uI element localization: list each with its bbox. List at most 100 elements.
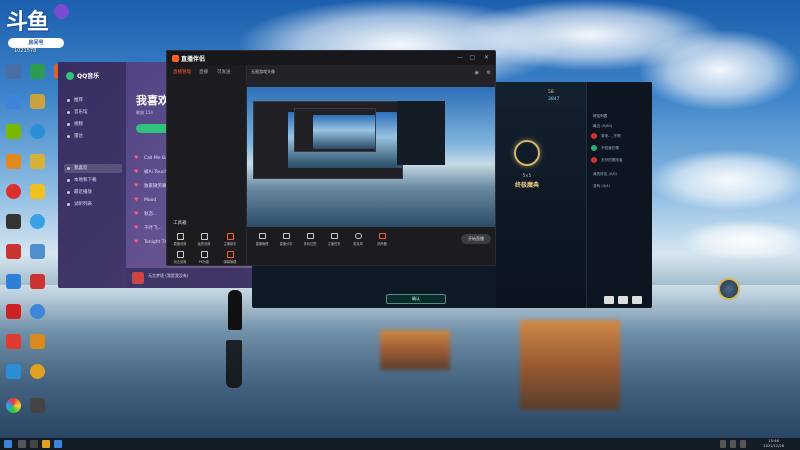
desktop-icon[interactable] bbox=[26, 364, 48, 392]
desktop-icon[interactable] bbox=[26, 154, 48, 182]
floating-ball-icon[interactable] bbox=[718, 278, 740, 300]
qq-nav-item[interactable]: 雷达 bbox=[64, 132, 122, 141]
tab-live[interactable]: 直播 bbox=[199, 69, 208, 75]
tray-icon[interactable] bbox=[730, 440, 736, 448]
friend-group[interactable]: 最近 (0/60) bbox=[591, 122, 651, 130]
stat-gold: 58 bbox=[548, 90, 554, 95]
desktop-icon[interactable] bbox=[26, 124, 48, 152]
heart-icon[interactable]: ♥ bbox=[134, 238, 138, 247]
panel-icon[interactable] bbox=[618, 296, 628, 304]
friend-row[interactable]: 无尽的冒险者 bbox=[591, 156, 651, 164]
desktop-icon[interactable] bbox=[26, 244, 48, 272]
start-icon[interactable] bbox=[4, 440, 12, 448]
toolbox-title: 工具箱 bbox=[173, 221, 187, 226]
qq-nav-item[interactable]: 推荐 bbox=[64, 96, 122, 105]
qq-nav-item[interactable]: 最近播放 bbox=[64, 188, 122, 197]
taskbar: 15:46 2021/12/28 bbox=[0, 438, 800, 450]
ctl-share[interactable]: 直播分享 bbox=[275, 233, 297, 246]
tab-send[interactable]: 可发送 bbox=[217, 69, 231, 75]
go-live-button[interactable]: 开始直播 bbox=[461, 234, 491, 244]
room-id: 1021578 bbox=[14, 48, 37, 54]
desktop-icon[interactable] bbox=[2, 364, 24, 392]
tool-gameplay[interactable]: 玩法设置 bbox=[171, 251, 189, 265]
ctl-multicam[interactable]: 多机位配 bbox=[299, 233, 321, 246]
taskbar-app-icon[interactable] bbox=[42, 440, 50, 448]
desktop-icon[interactable] bbox=[26, 398, 48, 426]
taskbar-app-icon[interactable] bbox=[30, 440, 38, 448]
qq-nav-item-liked[interactable]: 我喜欢 bbox=[64, 164, 122, 173]
ctl-speaker[interactable]: 扬声器 bbox=[371, 233, 393, 246]
desktop-icon[interactable] bbox=[2, 304, 24, 332]
desktop-icon[interactable] bbox=[26, 64, 48, 92]
desktop-icon[interactable] bbox=[2, 244, 24, 272]
friend-group[interactable]: 游戏 (4/4) bbox=[591, 182, 651, 190]
desktop-icon[interactable] bbox=[2, 154, 24, 182]
panel-icon[interactable] bbox=[632, 296, 642, 304]
desktop-icon[interactable] bbox=[26, 214, 48, 242]
nested-game-client bbox=[397, 101, 445, 165]
heart-icon[interactable]: ♥ bbox=[134, 154, 138, 163]
desktop-icon[interactable] bbox=[2, 64, 24, 92]
confirm-button[interactable]: 确认 bbox=[386, 294, 446, 304]
desktop-icon[interactable] bbox=[26, 334, 48, 362]
maximize-icon[interactable]: ▢ bbox=[469, 54, 475, 61]
tool-quality[interactable]: 画质设置 bbox=[195, 233, 213, 251]
friend-group[interactable]: 我的好友 (0/0) bbox=[591, 170, 651, 178]
game-rank-panel bbox=[496, 82, 592, 308]
heart-icon[interactable]: ♥ bbox=[134, 210, 138, 219]
streaming-app-window[interactable]: 直播伴侣 — ▢ ✕ 直播管理 直播 可发送 工具箱 直播设置 画质设置 主播助… bbox=[166, 50, 496, 266]
qq-nav-item[interactable]: 试听列表 bbox=[64, 200, 122, 209]
now-playing-title: 无言梦境 (我是我没有) bbox=[148, 273, 189, 278]
qq-brand: QQ音乐 bbox=[66, 71, 99, 80]
ctl-live-manage[interactable]: 直播管理 bbox=[251, 233, 273, 246]
settings-icon[interactable]: ⚙ bbox=[487, 70, 491, 76]
desktop-icon[interactable] bbox=[2, 274, 24, 302]
room-label: 房间号 bbox=[8, 38, 64, 48]
tab-live-manage[interactable]: 直播管理 bbox=[173, 69, 191, 75]
friend-row[interactable]: 原来..._不想 bbox=[591, 132, 651, 140]
album-cover bbox=[132, 272, 144, 284]
heart-icon[interactable]: ♥ bbox=[134, 224, 138, 233]
desktop-icon[interactable] bbox=[2, 184, 24, 212]
qq-nav-item[interactable]: 本地和下载 bbox=[64, 176, 122, 185]
close-icon[interactable]: ✕ bbox=[484, 54, 489, 61]
minimize-icon[interactable]: — bbox=[457, 54, 463, 61]
desktop-icon[interactable] bbox=[2, 334, 24, 362]
friend-row[interactable]: 不知道在哪 bbox=[591, 144, 651, 152]
qq-nav-item[interactable]: 视频 bbox=[64, 120, 122, 129]
desktop-icon[interactable] bbox=[2, 94, 24, 122]
tool-danmaku[interactable]: 弹幕管理 bbox=[221, 251, 239, 265]
heart-icon[interactable]: ♥ bbox=[134, 182, 138, 191]
nested-preview bbox=[253, 101, 403, 179]
desktop-icon[interactable] bbox=[2, 124, 24, 152]
tool-live-settings[interactable]: 直播设置 bbox=[171, 233, 189, 251]
tool-pk[interactable]: PK功能 bbox=[195, 251, 213, 265]
desktop-icon[interactable] bbox=[26, 304, 48, 332]
qq-song-count: 歌曲 154 bbox=[136, 110, 153, 115]
desktop-icon[interactable] bbox=[26, 184, 48, 212]
stream-preview[interactable] bbox=[247, 87, 495, 227]
tray-icon[interactable] bbox=[740, 440, 746, 448]
ctl-tasks[interactable]: 主播任务 bbox=[323, 233, 345, 246]
tray-icon[interactable] bbox=[720, 440, 726, 448]
qq-page-title: 我喜欢 bbox=[136, 94, 169, 107]
stream-titlebar: 直播伴侣 — ▢ ✕ bbox=[167, 51, 495, 65]
taskbar-app-icon[interactable] bbox=[18, 440, 26, 448]
desktop-icon[interactable] bbox=[2, 214, 24, 242]
desktop-icon[interactable] bbox=[26, 274, 48, 302]
desktop-icon[interactable] bbox=[26, 94, 48, 122]
stream-title-tag: 无限游戏头像 bbox=[251, 69, 275, 74]
taskbar-app-icon[interactable] bbox=[54, 440, 62, 448]
desktop-icon[interactable] bbox=[50, 4, 72, 32]
qq-nav-item[interactable]: 音乐馆 bbox=[64, 108, 122, 117]
heart-icon[interactable]: ♥ bbox=[134, 168, 138, 177]
desktop-icon[interactable] bbox=[2, 398, 24, 426]
stream-app-logo: 直播伴侣 bbox=[172, 54, 205, 63]
ctl-mic[interactable]: 麦克风 bbox=[347, 233, 369, 246]
user-icon[interactable]: ◉ bbox=[475, 70, 479, 76]
clock[interactable]: 15:46 2021/12/28 bbox=[763, 439, 784, 449]
qq-sidebar: QQ音乐 推荐 音乐馆 视频 雷达 我喜欢 本地和下载 最近播放 试听列表 bbox=[58, 62, 126, 288]
panel-icon[interactable] bbox=[604, 296, 614, 304]
tool-assistant[interactable]: 主播助手 bbox=[221, 233, 239, 251]
heart-icon[interactable]: ♥ bbox=[134, 196, 138, 205]
